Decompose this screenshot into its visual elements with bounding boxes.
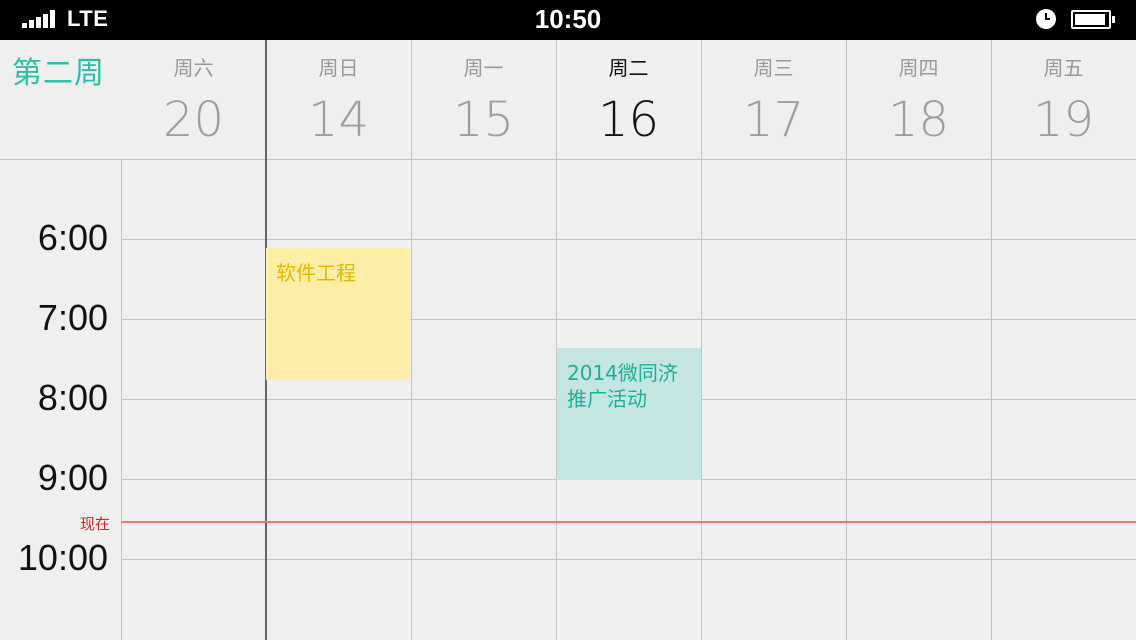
day-date: 17 [742,92,805,148]
day-name: 周一 [463,56,504,80]
header-divider [0,159,1136,160]
day-name: 周日 [318,56,359,80]
event-card[interactable]: 2014微同济推广活动 [557,348,701,480]
current-time-label: 现在 [80,515,111,533]
time-label-7: 7:00 [37,297,108,338]
alarm-icon [1036,9,1056,29]
day-header-wed[interactable]: 周三 17 [701,40,846,160]
time-label-6: 6:00 [37,217,108,258]
day-name: 周五 [1043,56,1084,80]
day-name: 周二 [608,56,649,80]
day-header-sun[interactable]: 周日 14 [266,40,411,160]
time-label-8: 8:00 [37,377,108,418]
day-header-tue[interactable]: 周二 16 [556,40,701,160]
time-label-9: 9:00 [37,457,108,498]
day-header-sat[interactable]: 周六 20 [121,40,266,160]
week-label[interactable]: 第二周 [12,48,105,92]
day-name: 周四 [898,56,939,80]
event-card[interactable]: 软件工程 [266,248,410,380]
battery-level [1075,14,1105,25]
hour-line-6 [121,239,1136,240]
battery-icon [1071,10,1115,29]
day-date: 14 [307,92,370,148]
event-title: 软件工程 [276,261,356,285]
status-time: 10:50 [534,4,602,34]
day-date: 19 [1032,92,1095,148]
day-name: 周三 [753,56,794,80]
hour-line-10 [121,559,1136,560]
day-header-thu[interactable]: 周四 18 [846,40,991,160]
day-name: 周六 [173,56,214,80]
column-divider [846,40,847,640]
time-label-10: 10:00 [17,537,108,578]
column-divider [121,160,122,640]
column-divider [411,40,412,640]
day-header-fri[interactable]: 周五 19 [991,40,1136,160]
status-bar: LTE 10:50 [0,0,1136,40]
day-date: 15 [452,92,515,148]
column-divider [991,40,992,640]
event-title: 2014微同济推广活动 [567,361,678,411]
column-divider [701,40,702,640]
column-divider [556,40,557,640]
day-header-mon[interactable]: 周一 15 [411,40,556,160]
day-date: 20 [162,92,225,148]
day-date: 16 [597,92,660,148]
current-time-line [121,521,1136,523]
day-date: 18 [887,92,950,148]
